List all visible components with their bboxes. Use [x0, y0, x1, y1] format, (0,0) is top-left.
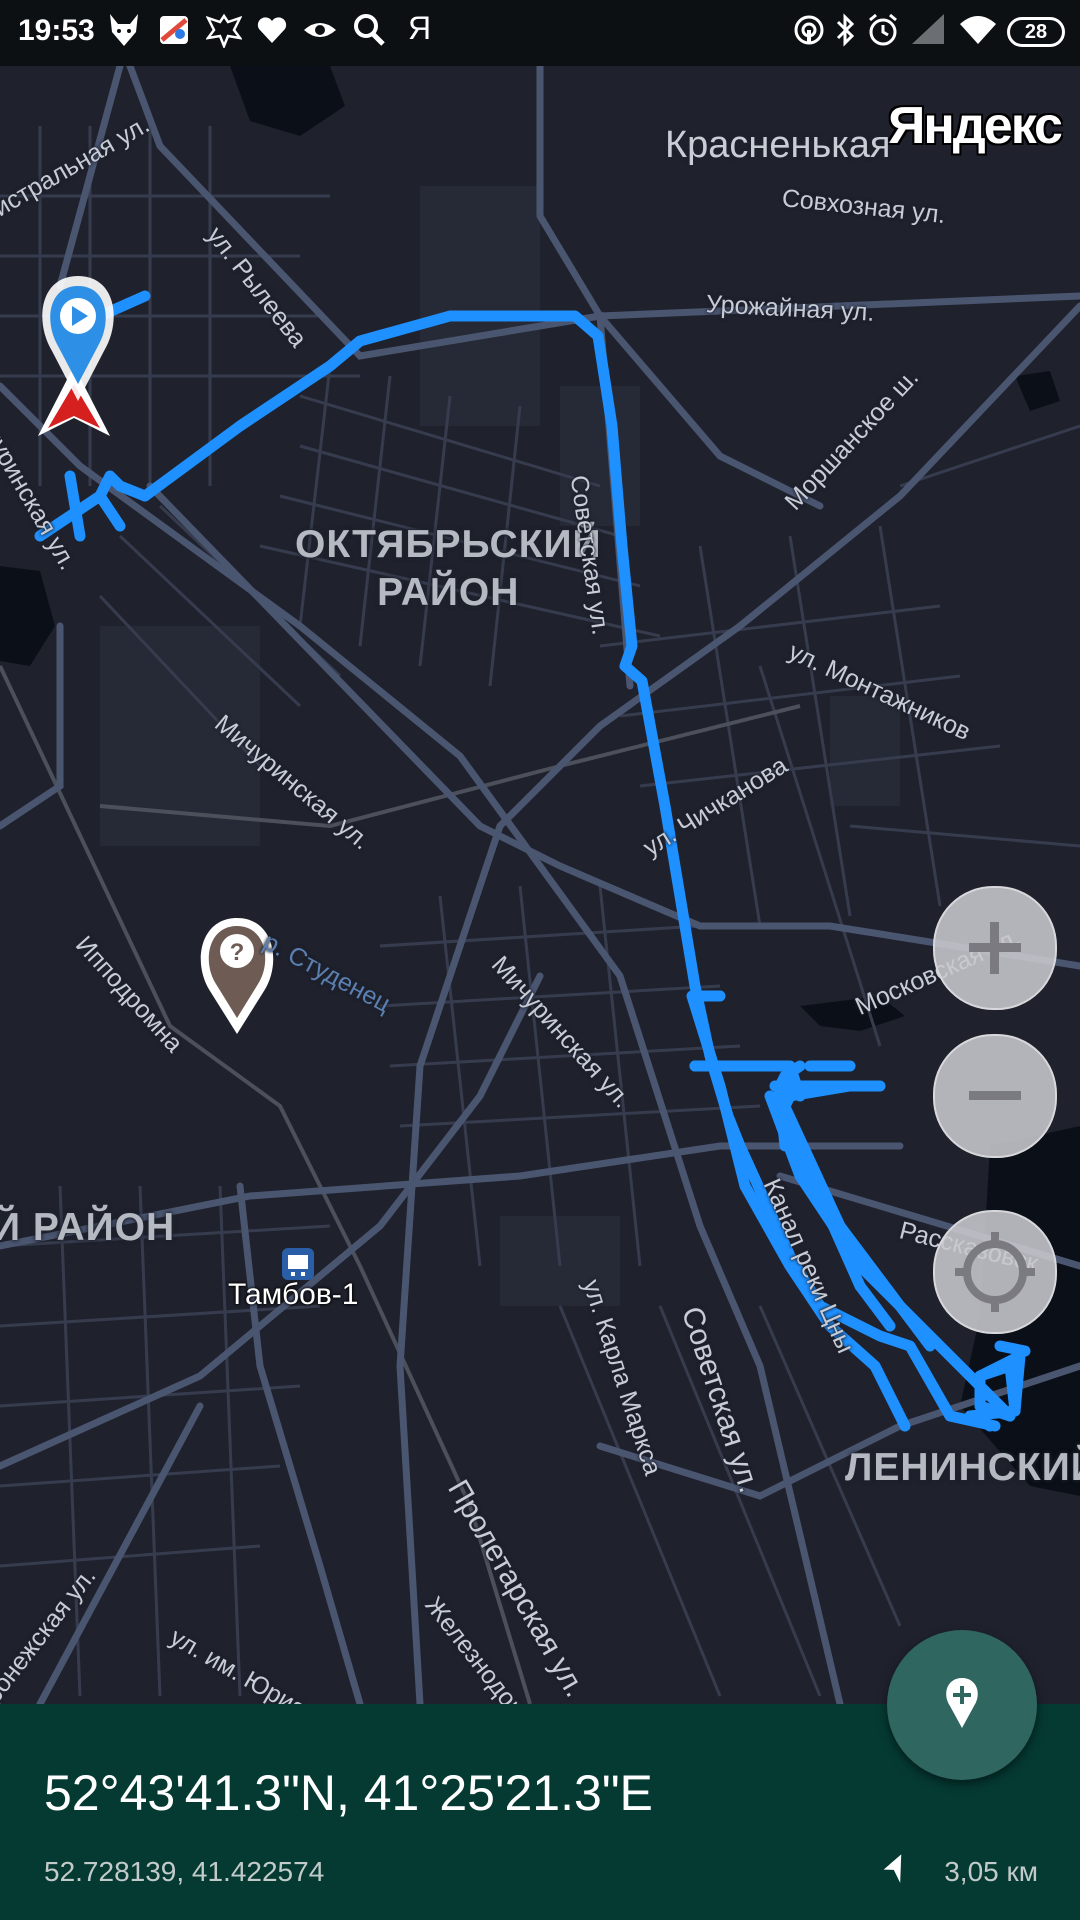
- distance-value: 3,05 км: [944, 1856, 1038, 1887]
- add-location-button[interactable]: [887, 1630, 1037, 1780]
- eye-icon: [302, 12, 338, 53]
- search-icon: [352, 12, 386, 53]
- bluetooth-icon: [834, 12, 858, 53]
- wifi-icon: [958, 12, 998, 53]
- station-label: Тамбов-1: [228, 1278, 359, 1311]
- eagle-emblem-icon: [205, 12, 243, 53]
- map-view[interactable]: ? Яндекс Красненькая ОКТЯБРЬСКИЙ РАЙОН Й…: [0, 66, 1080, 1704]
- direction-arrow-icon: [878, 1854, 908, 1893]
- alarm-icon: [866, 12, 900, 53]
- unknown-poi-pin-icon: ?: [200, 918, 274, 1034]
- district-oktyabrsky: ОКТЯБРЬСКИЙ РАЙОН: [295, 523, 602, 614]
- status-time: 19:53: [18, 14, 95, 47]
- zoom-in-button[interactable]: [933, 886, 1057, 1010]
- status-bar: 19:53 Я 28: [0, 0, 1080, 66]
- svg-text:?: ?: [230, 939, 245, 966]
- zoom-out-button[interactable]: [933, 1034, 1057, 1158]
- yandex-icon: Я: [408, 10, 432, 46]
- fox-icon: [108, 12, 140, 53]
- heart-icon: [256, 12, 288, 53]
- train-station-icon: [282, 1248, 314, 1280]
- signal-icon: [910, 12, 946, 53]
- my-location-button[interactable]: [933, 1210, 1057, 1334]
- hotspot-icon: [792, 12, 826, 53]
- district-partial: Й РАЙОН: [0, 1206, 176, 1249]
- district-leninsky: ЛЕНИНСКИЙ: [845, 1446, 1080, 1489]
- play-pin-icon: [42, 276, 114, 401]
- crosshair-icon: [955, 1232, 1035, 1312]
- block: [420, 186, 540, 426]
- lake-west: [0, 566, 55, 666]
- road: [36, 1402, 204, 1704]
- yandex-brand: Яндекс: [888, 97, 1063, 155]
- minus-icon: [969, 1091, 1021, 1100]
- battery-indicator: 28: [1007, 17, 1065, 47]
- add-location-icon: [946, 1678, 978, 1728]
- lake-north: [230, 66, 345, 136]
- pond-east: [1015, 371, 1060, 411]
- maps-app-icon: [158, 12, 190, 53]
- coordinates-dms: 52°43'41.3"N, 41°25'21.3"E: [44, 1765, 653, 1821]
- coordinates-decimal: 52.728139, 41.422574: [44, 1856, 325, 1887]
- town-label: Красненькая: [665, 124, 891, 166]
- plus-icon: [969, 922, 1021, 974]
